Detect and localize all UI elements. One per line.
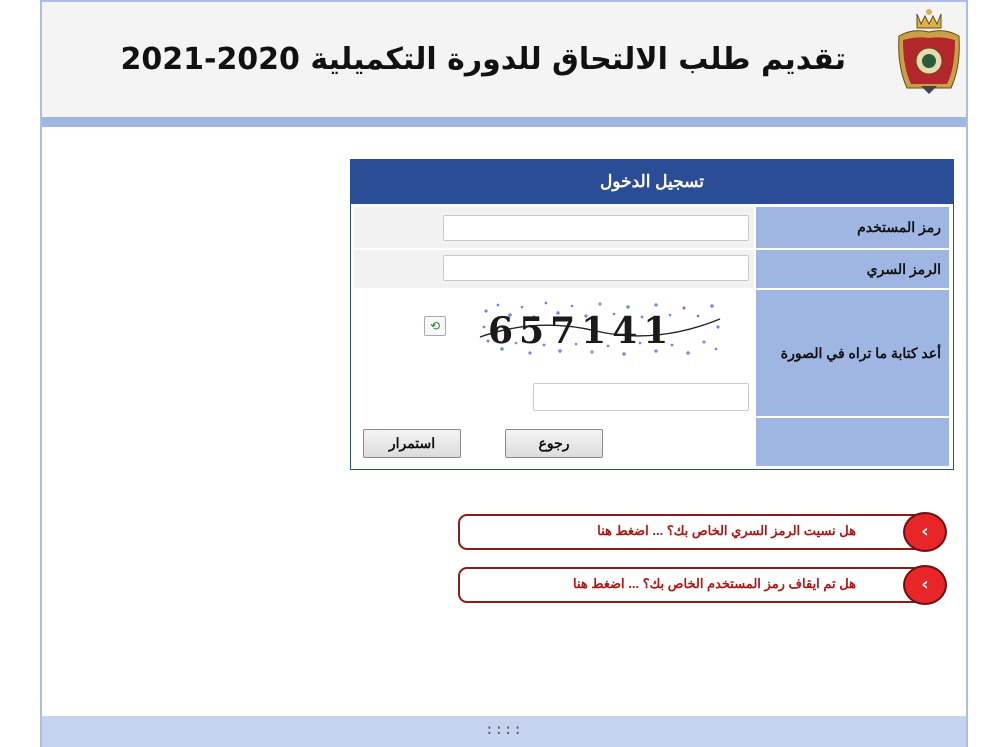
suspended-username-link[interactable]: هل تم ايقاف رمز المستخدم الخاص بك؟ ... ا… [458,567,928,603]
buttons-row: استمرار رجوع [352,418,952,466]
header-divider [42,117,966,127]
captcha-text: 657141 [488,310,674,352]
password-label: الرمز السري [756,250,949,288]
chevron-left-icon[interactable]: ‹ [903,565,947,605]
captcha-label: أعد كتابة ما تراه في الصورة [756,290,949,416]
username-label: رمز المستخدم [756,207,949,248]
page-footer: :::: [42,716,966,747]
buttons-label-cell [756,418,949,466]
forgot-password-text[interactable]: هل نسيت الرمز السري الخاص بك؟ ... اضغط ه… [597,523,856,539]
page-header: تقديم طلب الالتحاق للدورة التكميلية 2020… [42,2,966,117]
captcha-input[interactable] [533,383,749,411]
password-input[interactable] [443,255,749,281]
suspended-username-text[interactable]: هل تم ايقاف رمز المستخدم الخاص بك؟ ... ا… [573,576,856,592]
refresh-icon[interactable]: ⟲ [424,316,446,336]
footer-text: :::: [485,722,523,738]
password-row: الرمز السري [352,250,952,288]
captcha-image: 657141 [476,297,724,359]
captcha-row: ⟲ 657141 أعد كتابة ما تراه في الصورة [352,290,952,416]
continue-button[interactable]: استمرار [363,429,461,458]
page-title: تقديم طلب الالتحاق للدورة التكميلية 2020… [120,42,846,77]
forgot-password-link[interactable]: هل نسيت الرمز السري الخاص بك؟ ... اضغط ه… [458,514,928,550]
back-button[interactable]: رجوع [505,429,603,458]
username-row: رمز المستخدم [352,207,952,248]
jordan-crest-icon [898,9,960,94]
chevron-left-icon[interactable]: ‹ [903,512,947,552]
login-panel: تسجيل الدخول رمز المستخدم الرمز السري ⟲ [350,159,954,470]
login-heading: تسجيل الدخول [351,160,953,204]
username-input[interactable] [443,215,749,241]
